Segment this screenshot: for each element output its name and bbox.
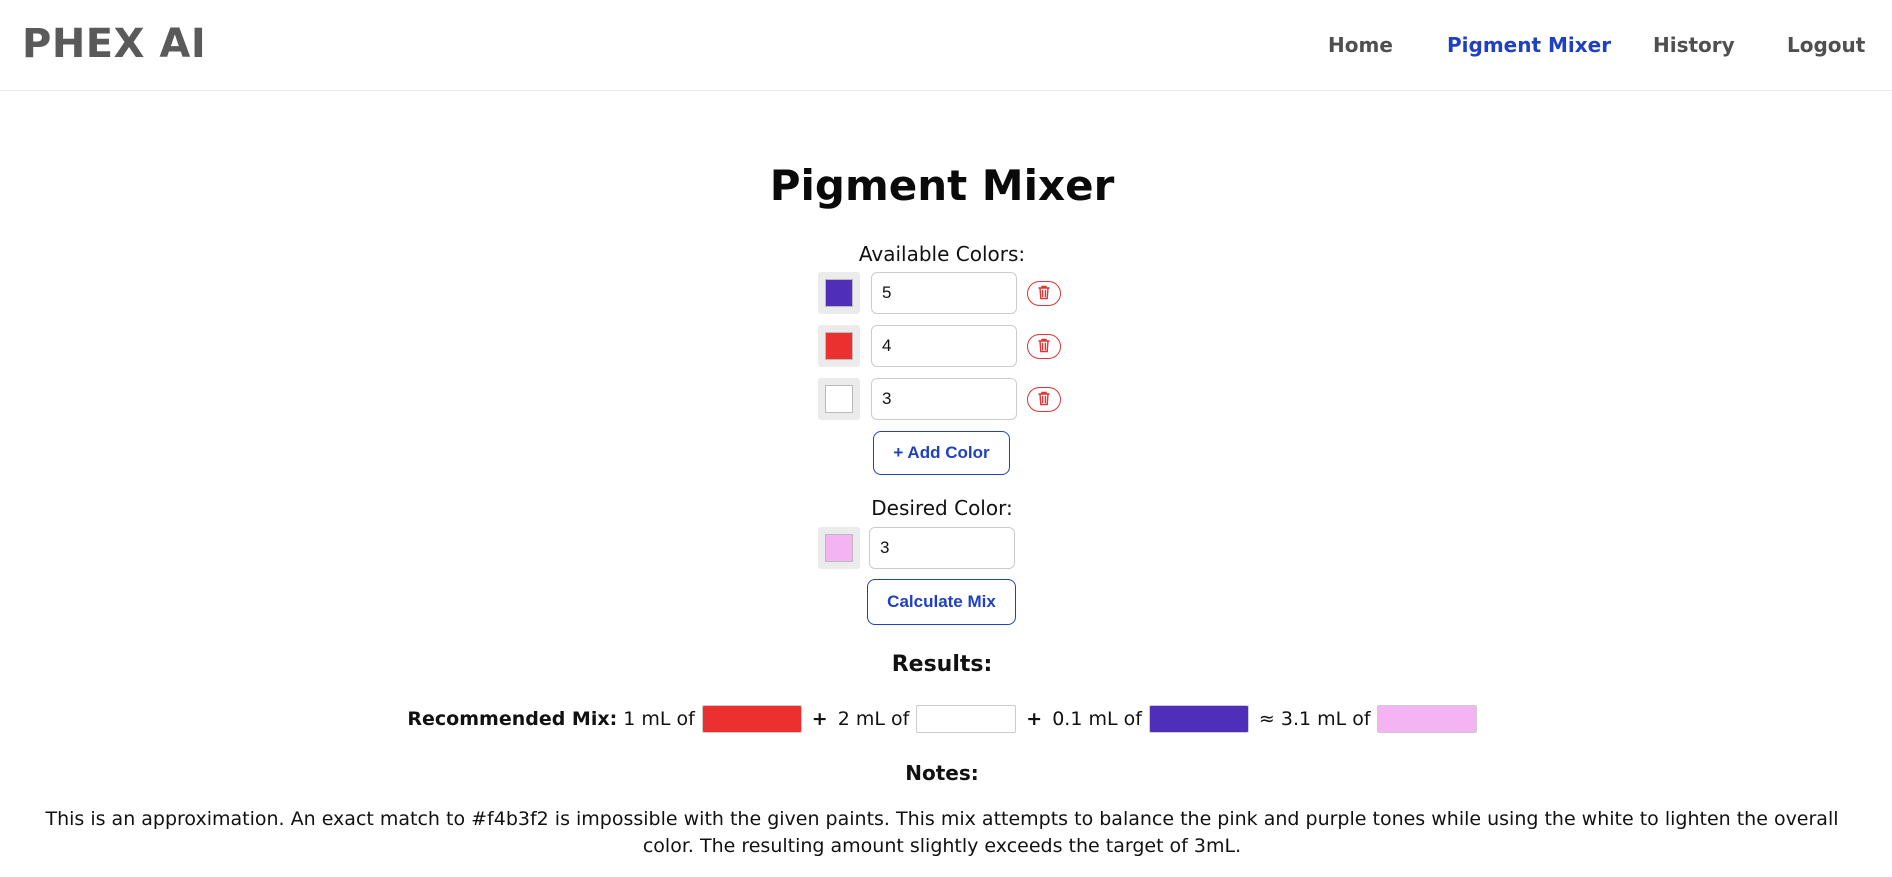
- mix-part-2-text: 2 mL of: [837, 708, 910, 730]
- delete-color-button-2[interactable]: [1027, 334, 1061, 359]
- available-colors-label: Available Colors:: [858, 242, 1026, 266]
- nav-history-link[interactable]: History: [1653, 33, 1735, 57]
- desired-color-swatch[interactable]: [818, 527, 860, 569]
- mix-total-text: ≈ 3.1 mL of: [1258, 708, 1371, 730]
- mix-part-3-text: 0.1 mL of: [1052, 708, 1142, 730]
- color-chip-2: [825, 332, 853, 360]
- notes-text: This is an approximation. An exact match…: [45, 808, 1839, 857]
- delete-color-button-3[interactable]: [1027, 387, 1061, 412]
- results-heading: Results:: [891, 652, 993, 677]
- mix-part-2-chip: [916, 705, 1017, 733]
- calculate-mix-button[interactable]: Calculate Mix: [867, 579, 1016, 625]
- mix-total-chip: [1376, 705, 1477, 733]
- mix-part-1-chip: [701, 705, 802, 733]
- nav-pigment-mixer-link[interactable]: Pigment Mixer: [1447, 33, 1611, 57]
- trash-icon: [1037, 285, 1051, 303]
- color-amount-input-1[interactable]: [871, 272, 1017, 314]
- mix-part-1-text: 1 mL of: [623, 708, 695, 730]
- desired-amount-input[interactable]: [869, 527, 1015, 569]
- brand-logo[interactable]: PHEX AI: [22, 21, 206, 67]
- plus-sign: +: [1026, 708, 1043, 730]
- recommended-mix-label: Recommended Mix:: [407, 708, 618, 730]
- page-title: Pigment Mixer: [769, 161, 1115, 210]
- add-color-button[interactable]: + Add Color: [873, 431, 1010, 475]
- color-swatch-2[interactable]: [818, 325, 860, 367]
- plus-sign: +: [811, 708, 828, 730]
- desired-color-chip: [825, 534, 853, 562]
- color-amount-input-3[interactable]: [871, 378, 1017, 420]
- mix-part-3-chip: [1148, 705, 1249, 733]
- color-amount-input-2[interactable]: [871, 325, 1017, 367]
- color-swatch-1[interactable]: [818, 272, 860, 314]
- color-swatch-3[interactable]: [818, 378, 860, 420]
- trash-icon: [1037, 338, 1051, 356]
- notes-heading: Notes:: [905, 761, 979, 785]
- trash-icon: [1037, 391, 1051, 409]
- recommended-mix-row: Recommended Mix: 1 mL of + 2 mL of + 0.1…: [0, 704, 1884, 734]
- nav-logout-link[interactable]: Logout: [1787, 33, 1865, 57]
- color-chip-1: [825, 279, 853, 307]
- nav-home-link[interactable]: Home: [1328, 33, 1393, 57]
- delete-color-button-1[interactable]: [1027, 281, 1061, 306]
- top-navbar: PHEX AI Home Pigment Mixer History Logou…: [0, 0, 1892, 91]
- desired-color-label: Desired Color:: [871, 496, 1013, 520]
- color-chip-3: [825, 385, 853, 413]
